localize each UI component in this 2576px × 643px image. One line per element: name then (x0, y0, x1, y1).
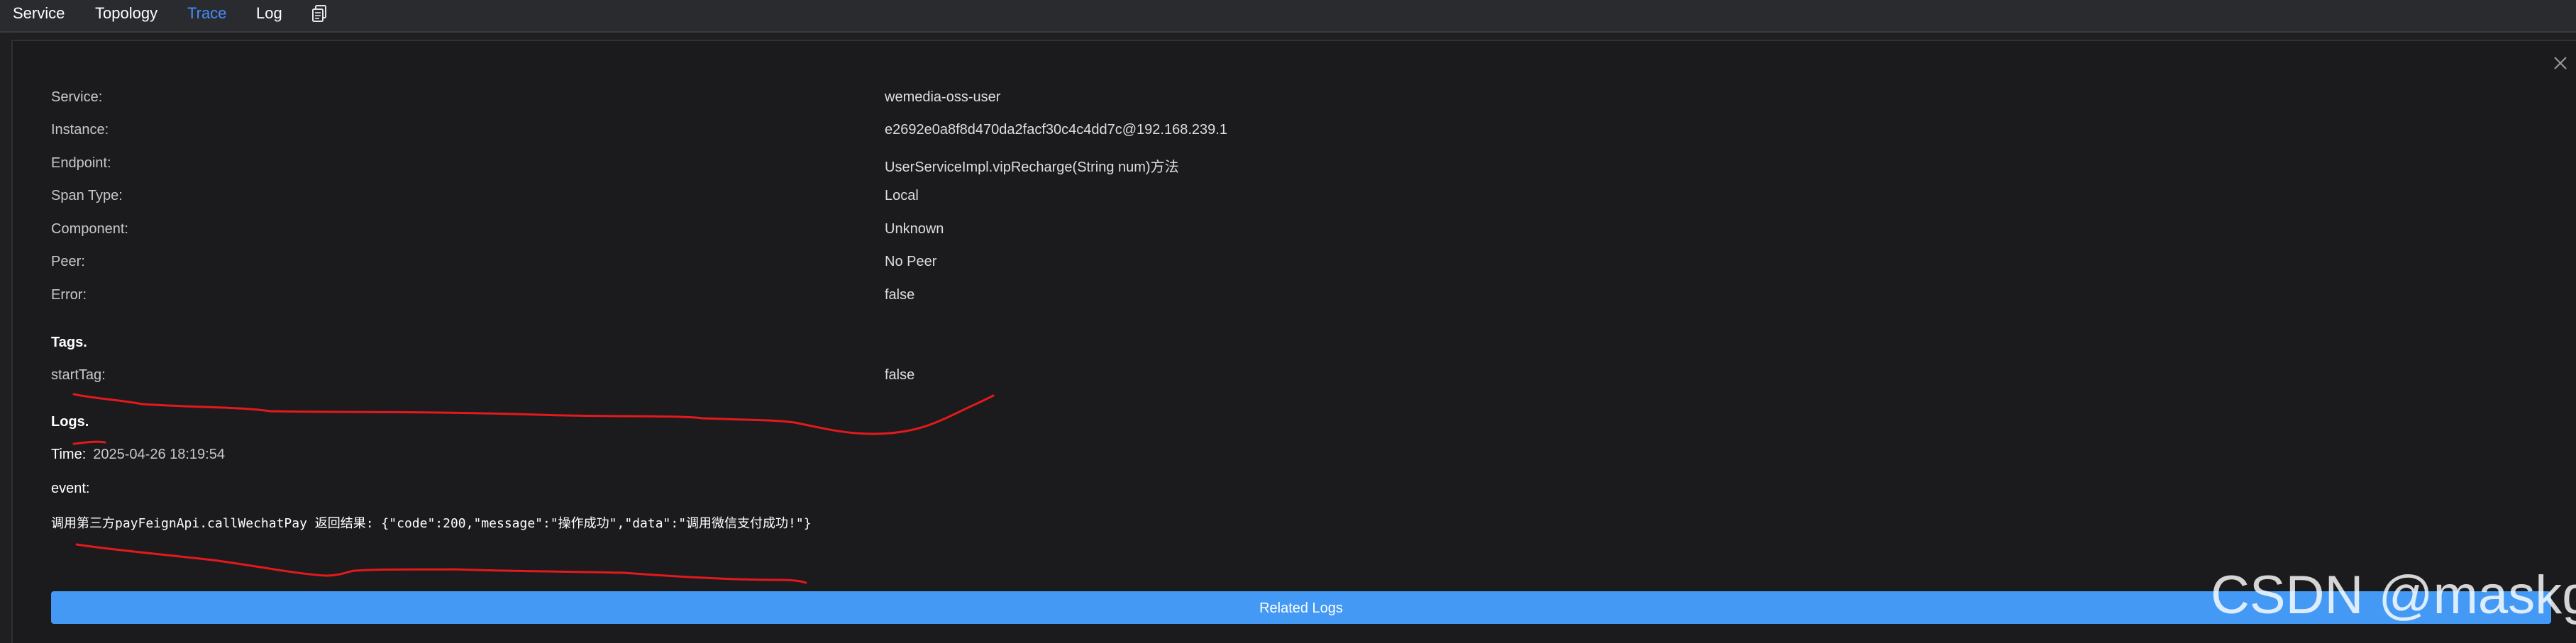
field-value-span-type: Local (885, 188, 919, 203)
tag-value-starttag: false (885, 367, 915, 383)
field-label-service: Service: (51, 89, 103, 105)
tab-trace[interactable]: Trace (187, 4, 226, 23)
field-value-error: false (885, 287, 915, 303)
field-label-span-type: Span Type: (51, 188, 123, 203)
top-nav: Service Topology Trace Log (0, 0, 2576, 33)
log-event-message: 调用第三方payFeignApi.callWechatPay 返回结果: {"c… (51, 516, 812, 531)
field-label-peer: Peer: (51, 254, 85, 269)
tag-label-starttag: startTag: (51, 367, 106, 383)
log-time-value: 2025-04-26 18:19:54 (93, 447, 225, 462)
log-event-label: event: (51, 481, 90, 496)
span-detail-panel (11, 40, 2576, 643)
field-value-component: Unknown (885, 221, 944, 237)
field-label-component: Component: (51, 221, 128, 237)
related-logs-button[interactable]: Related Logs (51, 591, 2551, 624)
field-value-endpoint: UserServiceImpl.vipRecharge(String num)方… (885, 160, 1179, 175)
field-label-instance: Instance: (51, 122, 109, 138)
tags-title: Tags. (51, 335, 87, 350)
field-label-error: Error: (51, 287, 87, 303)
field-label-endpoint: Endpoint: (51, 155, 111, 171)
field-value-service: wemedia-oss-user (885, 89, 1001, 105)
field-value-peer: No Peer (885, 254, 937, 269)
copy-icon[interactable] (311, 4, 328, 23)
tab-topology[interactable]: Topology (95, 4, 157, 23)
log-time-label: Time: (51, 447, 87, 462)
log-time: Time: 2025-04-26 18:19:54 (51, 447, 225, 463)
logs-title: Logs. (51, 414, 89, 430)
tab-log[interactable]: Log (256, 4, 282, 23)
field-value-instance: e2692e0a8f8d470da2facf30c4c4dd7c@192.168… (885, 122, 1227, 138)
close-icon[interactable] (2553, 55, 2568, 71)
tab-service[interactable]: Service (13, 4, 65, 23)
